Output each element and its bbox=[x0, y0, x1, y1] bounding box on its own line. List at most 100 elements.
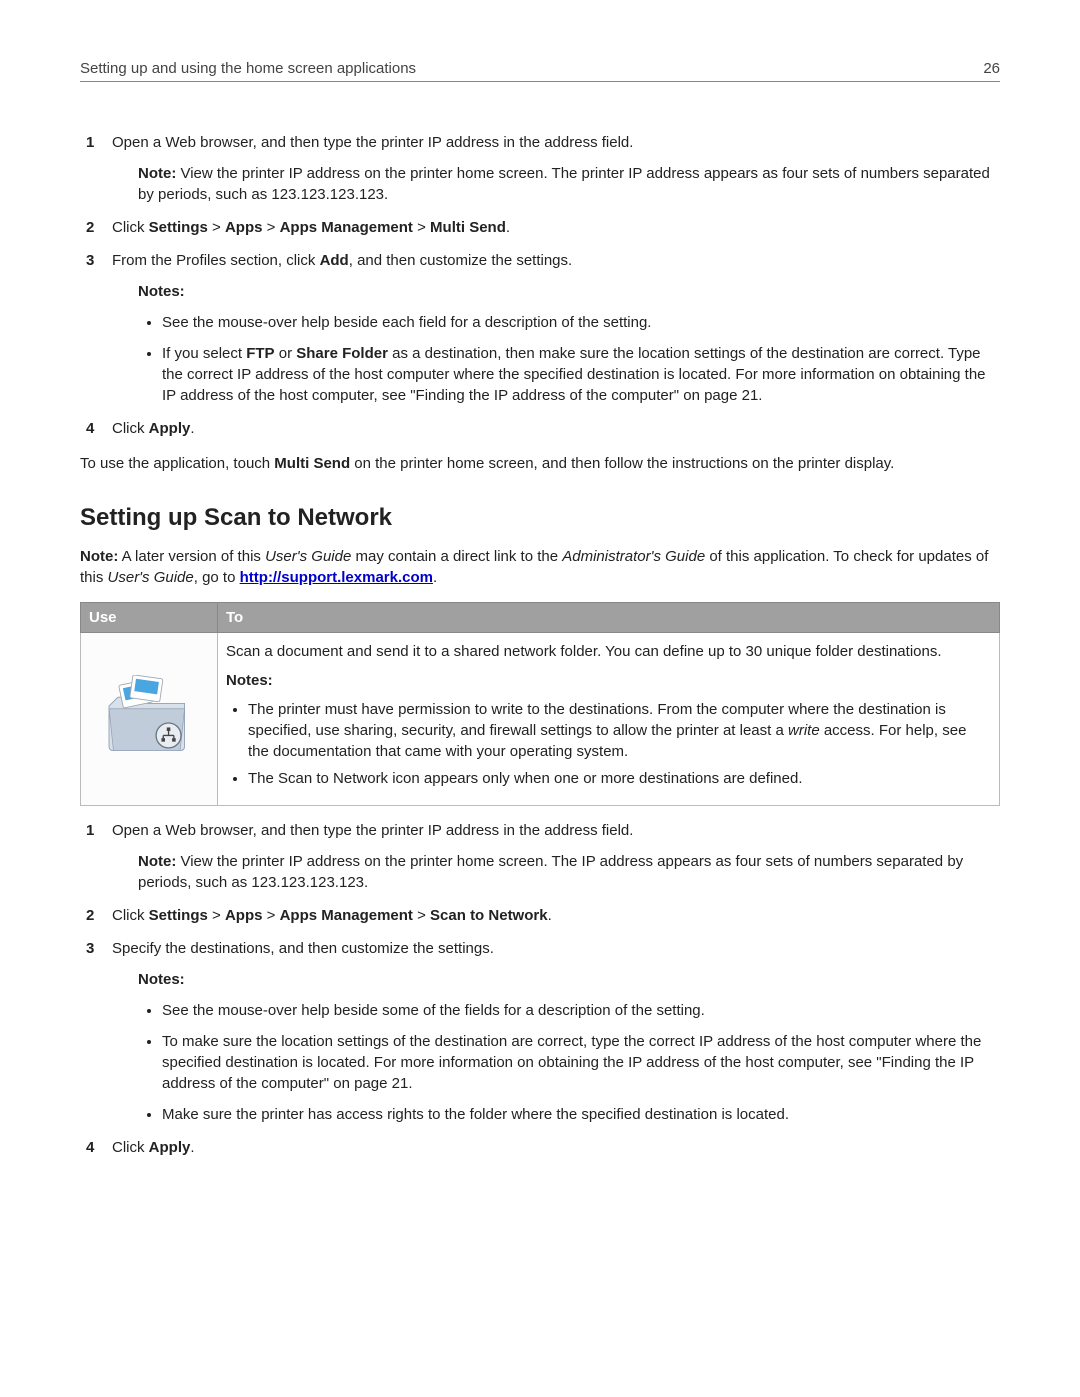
notes-label: Notes: bbox=[138, 969, 1000, 990]
steps-multi-send: 1 Open a Web browser, and then type the … bbox=[80, 132, 1000, 439]
note-mid: may contain a direct link to the bbox=[351, 548, 562, 565]
note-bullet: To make sure the location settings of th… bbox=[162, 1031, 1000, 1094]
step-text-post: , and then customize the settings. bbox=[349, 252, 572, 269]
step-2: 2 Click Settings > Apps > Apps Managemen… bbox=[86, 905, 1000, 926]
step-text-pre: Click bbox=[112, 907, 149, 924]
table-note-bullet: The printer must have permission to writ… bbox=[248, 699, 991, 762]
step-1-note: Note: View the printer IP address on the… bbox=[138, 851, 1000, 893]
note-text: View the printer IP address on the print… bbox=[138, 853, 963, 891]
step-3-notes-list: See the mouse-over help beside some of t… bbox=[138, 1000, 1000, 1125]
step-text: Open a Web browser, and then type the pr… bbox=[112, 822, 633, 839]
feature-table: Use To Scan a do bbox=[80, 602, 1000, 806]
bullet-text: See the mouse-over help beside some of t… bbox=[162, 1002, 705, 1019]
section-heading-scan-to-network: Setting up Scan to Network bbox=[80, 504, 1000, 532]
step-1-note: Note: View the printer IP address on the… bbox=[138, 163, 1000, 205]
gt: > bbox=[208, 907, 225, 924]
gt: > bbox=[413, 219, 430, 236]
page: Setting up and using the home screen app… bbox=[0, 0, 1080, 1252]
step-text-pre: Click bbox=[112, 219, 149, 236]
notes-label: Notes: bbox=[138, 281, 1000, 302]
table-desc: Scan a document and send it to a shared … bbox=[226, 641, 991, 662]
steps-scan-to-network: 1 Open a Web browser, and then type the … bbox=[80, 820, 1000, 1158]
col-use: Use bbox=[81, 603, 218, 633]
apply-label: Apply bbox=[149, 420, 191, 437]
step-text: Open a Web browser, and then type the pr… bbox=[112, 134, 633, 151]
table-header-row: Use To bbox=[81, 603, 1000, 633]
b2-text: The Scan to Network icon appears only wh… bbox=[248, 770, 803, 787]
note-label: Note: bbox=[80, 548, 118, 565]
note-label: Note: bbox=[138, 853, 176, 870]
step-1: 1 Open a Web browser, and then type the … bbox=[86, 132, 1000, 205]
multi-send-label: Multi Send bbox=[274, 455, 350, 472]
step-text-pre: Click bbox=[112, 1139, 149, 1156]
step-4: 4 Click Apply. bbox=[86, 418, 1000, 439]
bullet-pre: If you select bbox=[162, 345, 246, 362]
step-2: 2 Click Settings > Apps > Apps Managemen… bbox=[86, 217, 1000, 238]
note-bullet: If you select FTP or Share Folder as a d… bbox=[162, 343, 1000, 406]
note-text: View the printer IP address on the print… bbox=[138, 165, 990, 203]
gt: > bbox=[413, 907, 430, 924]
note-bullet: Make sure the printer has access rights … bbox=[162, 1104, 1000, 1125]
path-settings: Settings bbox=[149, 219, 208, 236]
page-header: Setting up and using the home screen app… bbox=[80, 60, 1000, 82]
table-note-bullet: The Scan to Network icon appears only wh… bbox=[248, 768, 991, 789]
table-notes-label: Notes: bbox=[226, 670, 991, 691]
step-number: 2 bbox=[86, 217, 94, 238]
step-3-notes-list: See the mouse-over help beside each fiel… bbox=[138, 312, 1000, 406]
link-post: . bbox=[433, 569, 437, 586]
text-post: on the printer home screen, and then fol… bbox=[350, 455, 894, 472]
step-number: 4 bbox=[86, 1137, 94, 1158]
apply-label: Apply bbox=[149, 1139, 191, 1156]
admin-guide-italic: Administrator's Guide bbox=[562, 548, 705, 565]
step-number: 4 bbox=[86, 418, 94, 439]
path-apps: Apps bbox=[225, 907, 263, 924]
section2-note: Note: A later version of this User's Gui… bbox=[80, 546, 1000, 588]
note-bullet: See the mouse-over help beside some of t… bbox=[162, 1000, 1000, 1021]
table-row: Scan a document and send it to a shared … bbox=[81, 633, 1000, 806]
step-text-pre: From the Profiles section, click bbox=[112, 252, 320, 269]
add-label: Add bbox=[320, 252, 349, 269]
note-bullet: See the mouse-over help beside each fiel… bbox=[162, 312, 1000, 333]
ftp-label: FTP bbox=[246, 345, 274, 362]
share-folder-label: Share Folder bbox=[296, 345, 388, 362]
users-guide-italic-2: User's Guide bbox=[108, 569, 194, 586]
col-to: To bbox=[218, 603, 1000, 633]
bullet-text: See the mouse-over help beside each fiel… bbox=[162, 314, 651, 331]
path-apps-management: Apps Management bbox=[280, 907, 413, 924]
path-apps: Apps bbox=[225, 219, 263, 236]
path-multi-send: Multi Send bbox=[430, 219, 506, 236]
note-label: Note: bbox=[138, 165, 176, 182]
users-guide-italic: User's Guide bbox=[265, 548, 351, 565]
step-4: 4 Click Apply. bbox=[86, 1137, 1000, 1158]
after-steps-paragraph: To use the application, touch Multi Send… bbox=[80, 453, 1000, 474]
gt: > bbox=[262, 219, 279, 236]
or: or bbox=[275, 345, 297, 362]
step-number: 3 bbox=[86, 250, 94, 271]
support-link[interactable]: http://support.lexmark.com bbox=[240, 569, 433, 586]
note-pre: A later version of this bbox=[118, 548, 265, 565]
write-italic: write bbox=[788, 722, 820, 739]
scan-to-network-icon bbox=[104, 675, 194, 755]
gt: > bbox=[262, 907, 279, 924]
header-title: Setting up and using the home screen app… bbox=[80, 60, 416, 77]
step-number: 3 bbox=[86, 938, 94, 959]
step-number: 1 bbox=[86, 132, 94, 153]
description-cell: Scan a document and send it to a shared … bbox=[218, 633, 1000, 806]
step-3: 3 From the Profiles section, click Add, … bbox=[86, 250, 1000, 406]
text-pre: To use the application, touch bbox=[80, 455, 274, 472]
step-1: 1 Open a Web browser, and then type the … bbox=[86, 820, 1000, 893]
step-number: 1 bbox=[86, 820, 94, 841]
icon-cell bbox=[81, 633, 218, 806]
step-text-pre: Click bbox=[112, 420, 149, 437]
gt: > bbox=[208, 219, 225, 236]
path-scan-to-network: Scan to Network bbox=[430, 907, 548, 924]
header-page-number: 26 bbox=[983, 60, 1000, 77]
path-apps-management: Apps Management bbox=[280, 219, 413, 236]
step-number: 2 bbox=[86, 905, 94, 926]
note-goto: , go to bbox=[194, 569, 240, 586]
step-3: 3 Specify the destinations, and then cus… bbox=[86, 938, 1000, 1125]
step-text: Specify the destinations, and then custo… bbox=[112, 940, 494, 957]
path-settings: Settings bbox=[149, 907, 208, 924]
bullet-text: Make sure the printer has access rights … bbox=[162, 1106, 789, 1123]
bullet-text: To make sure the location settings of th… bbox=[162, 1033, 981, 1092]
